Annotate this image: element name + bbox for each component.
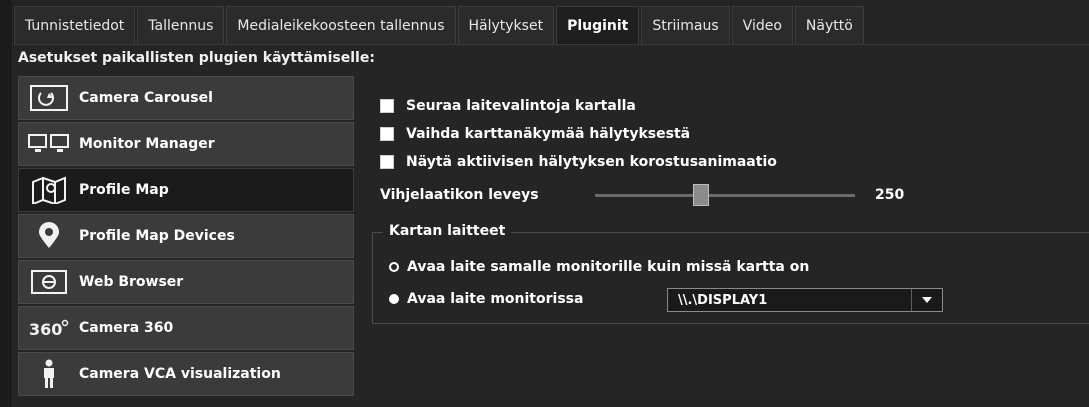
checkbox[interactable] — [380, 127, 394, 141]
tab-divider — [14, 44, 1089, 45]
plugin-label: Camera 360 — [79, 320, 174, 336]
tab-medialeikekoosteen-tallennus[interactable]: Medialeikekoosteen tallennus — [226, 6, 456, 44]
monitor-select-value: \\.\DISPLAY1 — [678, 292, 768, 308]
tab-tallennus[interactable]: Tallennus — [137, 6, 225, 44]
plugin-list: Camera Carousel Monitor Manager Profile … — [18, 76, 354, 398]
plugin-item-monitor-manager[interactable]: Monitor Manager — [18, 122, 354, 166]
plugin-item-camera-vca-visualization[interactable]: Camera VCA visualization — [18, 352, 354, 396]
radio-label: Avaa laite monitorissa — [407, 291, 584, 307]
plugin-item-camera-360[interactable]: 360 Camera 360 — [18, 306, 354, 350]
checkbox-row[interactable]: Seuraa laitevalintoja kartalla — [380, 92, 1080, 120]
camera-360-icon: 360 — [19, 315, 79, 341]
checkbox-label: Näytä aktiivisen hälytyksen korostusanim… — [406, 154, 777, 170]
left-edge-strip — [0, 0, 13, 407]
plugin-item-profile-map[interactable]: Profile Map — [18, 168, 354, 212]
tab-tunnistetiedot[interactable]: Tunnistetiedot — [14, 6, 136, 44]
checkbox-row[interactable]: Näytä aktiivisen hälytyksen korostusanim… — [380, 148, 1080, 176]
plugin-settings: Seuraa laitevalintoja kartalla Vaihda ka… — [380, 92, 1080, 176]
tab-video[interactable]: Video — [731, 6, 793, 44]
radio-option-same-monitor[interactable]: Avaa laite samalle monitorille kuin miss… — [389, 259, 809, 275]
plugin-item-profile-map-devices[interactable]: Profile Map Devices — [18, 214, 354, 258]
slider-label: Vihjelaatikon leveys — [380, 187, 539, 203]
checkbox[interactable] — [380, 99, 394, 113]
checkbox-row[interactable]: Vaihda karttanäkymää hälytyksestä — [380, 120, 1080, 148]
plugin-label: Web Browser — [79, 274, 184, 290]
plugin-label: Monitor Manager — [79, 136, 215, 152]
tooltip-width-slider[interactable] — [595, 182, 855, 208]
plugin-label: Camera VCA visualization — [79, 366, 281, 382]
svg-text:360: 360 — [29, 320, 62, 339]
profile-map-icon — [19, 176, 79, 204]
tab-bar: Tunnistetiedot Tallennus Medialeikekoost… — [14, 6, 1089, 44]
tab-pluginit[interactable]: Pluginit — [556, 6, 640, 44]
plugin-label: Profile Map Devices — [79, 228, 235, 244]
plugin-item-camera-carousel[interactable]: Camera Carousel — [18, 76, 354, 120]
tab-striimaus[interactable]: Striimaus — [641, 6, 730, 44]
chevron-down-icon[interactable] — [911, 289, 942, 311]
radio-button[interactable] — [389, 262, 399, 272]
checkbox[interactable] — [380, 155, 394, 169]
section-title: Asetukset paikallisten plugien käyttämis… — [18, 50, 375, 66]
slider-value: 250 — [875, 187, 905, 203]
person-icon — [19, 359, 79, 389]
camera-carousel-icon — [19, 84, 79, 112]
group-title: Kartan laitteet — [383, 223, 512, 239]
plugin-label: Profile Map — [79, 182, 169, 198]
checkbox-label: Vaihda karttanäkymää hälytyksestä — [406, 126, 691, 142]
radio-label: Avaa laite samalle monitorille kuin miss… — [407, 259, 810, 275]
radio-button[interactable] — [389, 294, 399, 304]
settings-window: Tunnistetiedot Tallennus Medialeikekoost… — [0, 0, 1089, 407]
map-pin-icon — [19, 222, 79, 250]
plugin-label: Camera Carousel — [79, 90, 213, 106]
monitor-select[interactable]: \\.\DISPLAY1 — [667, 288, 943, 312]
slider-track[interactable] — [595, 194, 855, 197]
tab-halytykset[interactable]: Hälytykset — [457, 6, 555, 44]
plugin-item-web-browser[interactable]: Web Browser — [18, 260, 354, 304]
monitor-manager-icon — [19, 131, 79, 157]
map-devices-groupbox: Kartan laitteet Avaa laite samalle monit… — [372, 223, 1089, 324]
checkbox-label: Seuraa laitevalintoja kartalla — [406, 98, 636, 114]
tab-naytto[interactable]: Näyttö — [794, 6, 864, 44]
radio-option-open-on-monitor[interactable]: Avaa laite monitorissa \\.\DISPLAY1 — [389, 288, 943, 312]
web-browser-icon — [19, 269, 79, 295]
slider-handle[interactable] — [693, 184, 709, 206]
tooltip-width-slider-row: Vihjelaatikon leveys 250 — [380, 182, 940, 208]
